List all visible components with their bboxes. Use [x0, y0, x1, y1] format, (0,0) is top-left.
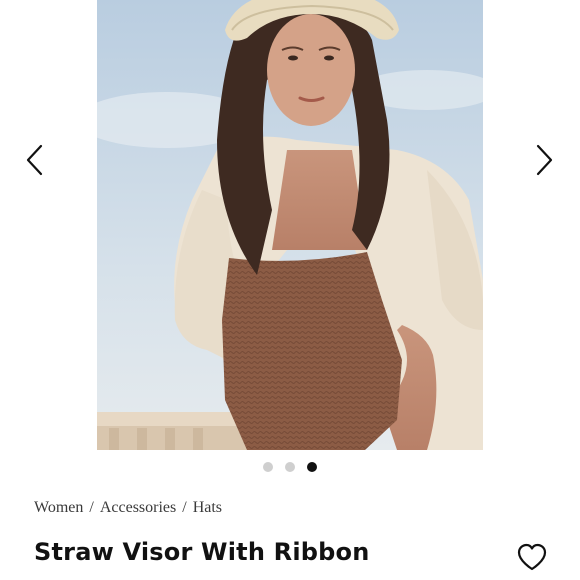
breadcrumb-link-women[interactable]: Women [34, 499, 83, 517]
breadcrumb: Women / Accessories / Hats [34, 499, 222, 517]
breadcrumb-separator: / [182, 499, 187, 516]
heart-outline-icon [517, 543, 547, 571]
next-image-button[interactable] [531, 143, 557, 177]
carousel-dot-1[interactable] [263, 462, 273, 472]
chevron-right-icon [536, 144, 553, 176]
carousel-indicators [0, 462, 580, 472]
breadcrumb-separator: / [89, 499, 94, 516]
breadcrumb-link-hats[interactable]: Hats [193, 499, 222, 517]
carousel-dot-2[interactable] [285, 462, 295, 472]
product-title: Straw Visor With Ribbon [34, 538, 370, 566]
product-image[interactable] [97, 0, 483, 450]
previous-image-button[interactable] [22, 143, 48, 177]
chevron-left-icon [26, 144, 43, 176]
wishlist-button[interactable] [516, 542, 548, 572]
image-gallery [0, 0, 580, 472]
breadcrumb-link-accessories[interactable]: Accessories [100, 499, 176, 517]
product-page: Women / Accessories / Hats Straw Visor W… [0, 0, 580, 580]
carousel-dot-3[interactable] [307, 462, 317, 472]
model-photo-illustration [97, 0, 483, 450]
